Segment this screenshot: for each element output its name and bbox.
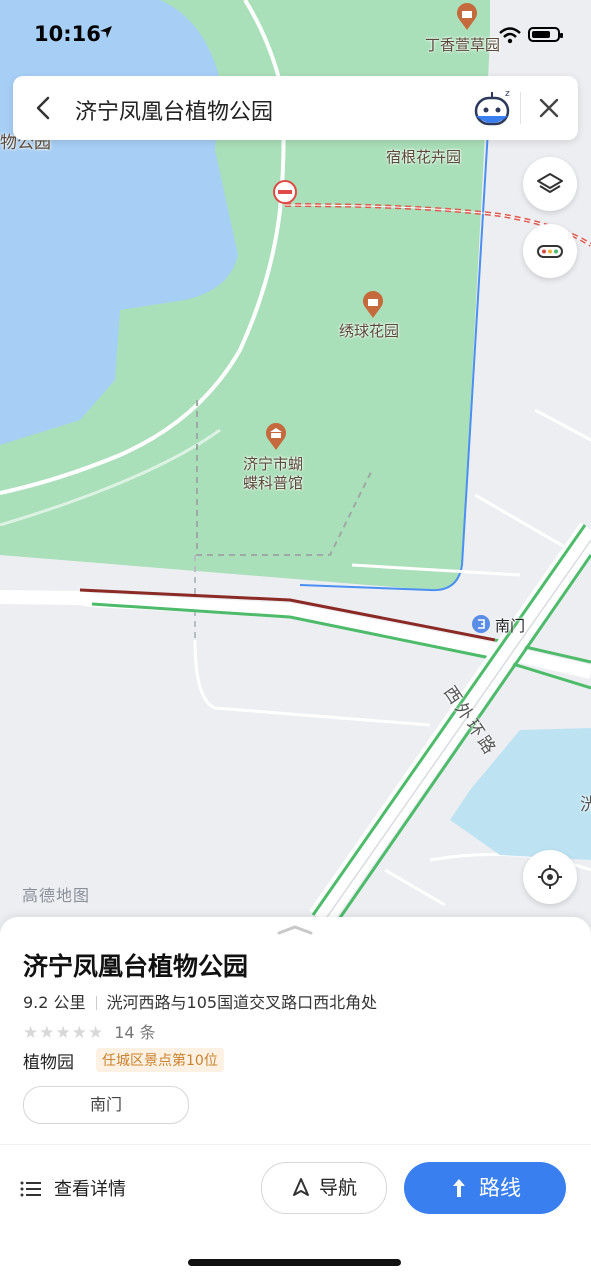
list-icon bbox=[20, 1181, 41, 1197]
chevron-up-icon[interactable] bbox=[277, 925, 313, 935]
home-indicator bbox=[188, 1259, 401, 1266]
search-divider bbox=[520, 92, 521, 124]
search-query[interactable]: 济宁凤凰台植物公园 bbox=[75, 94, 273, 126]
review-count: 14 条 bbox=[114, 1023, 156, 1042]
place-rating[interactable]: ★★★★★ 14 条 bbox=[23, 1019, 156, 1043]
traffic-button[interactable] bbox=[523, 224, 577, 278]
map-label-butterfly-museum-2[interactable]: 蝶科普馆 bbox=[243, 472, 303, 493]
rating-stars: ★★★★★ bbox=[23, 1023, 105, 1043]
route-label: 路线 bbox=[479, 1176, 521, 1200]
view-details-button[interactable]: 查看详情 bbox=[20, 1175, 126, 1201]
close-icon[interactable] bbox=[535, 94, 563, 122]
place-address: 洸河西路与105国道交叉路口西北角处 bbox=[106, 993, 378, 1012]
no-entry-icon bbox=[273, 180, 297, 204]
map-label-perennial-garden[interactable]: 宿根花卉园 bbox=[386, 146, 461, 167]
map-label-butterfly-museum-1[interactable]: 济宁市蝴 bbox=[243, 453, 303, 474]
battery-icon bbox=[528, 27, 563, 42]
status-time: 10:16 bbox=[34, 22, 101, 46]
navigation-arrow-icon bbox=[292, 1178, 309, 1196]
traffic-icon bbox=[537, 245, 563, 258]
navigate-label: 导航 bbox=[318, 1177, 357, 1199]
location-arrow-icon bbox=[100, 26, 112, 38]
place-category: 植物园 bbox=[23, 1053, 74, 1073]
layers-icon bbox=[537, 173, 563, 193]
place-info: 9.2 公里 洸河西路与105国道交叉路口西北角处 bbox=[23, 989, 377, 1013]
voice-assistant-icon[interactable]: z bbox=[471, 86, 515, 130]
garden-pin-icon[interactable] bbox=[361, 291, 385, 319]
layers-button[interactable] bbox=[523, 157, 577, 211]
place-distance: 9.2 公里 bbox=[23, 993, 86, 1012]
wifi-icon bbox=[499, 27, 521, 44]
map-label-hydrangea-garden[interactable]: 绣球花园 bbox=[339, 320, 399, 341]
museum-pin-icon[interactable] bbox=[264, 423, 288, 451]
map-label-right-partial: 洸 bbox=[580, 795, 591, 815]
info-divider bbox=[95, 996, 97, 1010]
view-details-label: 查看详情 bbox=[54, 1179, 126, 1200]
route-arrow-icon bbox=[453, 1179, 465, 1197]
entrance-chip[interactable]: 南门 bbox=[23, 1086, 189, 1124]
back-arrow-icon[interactable] bbox=[31, 94, 57, 122]
crosshair-icon bbox=[538, 865, 562, 889]
map-label-south-gate[interactable]: 南门 bbox=[495, 615, 525, 636]
sheet-divider bbox=[0, 1144, 591, 1145]
svg-text:z: z bbox=[505, 89, 510, 99]
map-watermark: 高德地图 bbox=[22, 886, 91, 905]
search-bar[interactable]: 济宁凤凰台植物公园 z bbox=[13, 76, 578, 140]
gate-marker-icon[interactable] bbox=[471, 614, 491, 634]
place-detail-sheet[interactable]: 济宁凤凰台植物公园 9.2 公里 洸河西路与105国道交叉路口西北角处 ★★★★★… bbox=[0, 917, 591, 1279]
rank-badge[interactable]: 任城区景点第10位 bbox=[96, 1048, 224, 1072]
navigate-button[interactable]: 导航 bbox=[261, 1162, 387, 1214]
status-bar: 10:16 bbox=[0, 0, 591, 70]
place-title: 济宁凤凰台植物公园 bbox=[23, 952, 249, 981]
route-button[interactable]: 路线 bbox=[404, 1162, 566, 1214]
locate-button[interactable] bbox=[523, 850, 577, 904]
